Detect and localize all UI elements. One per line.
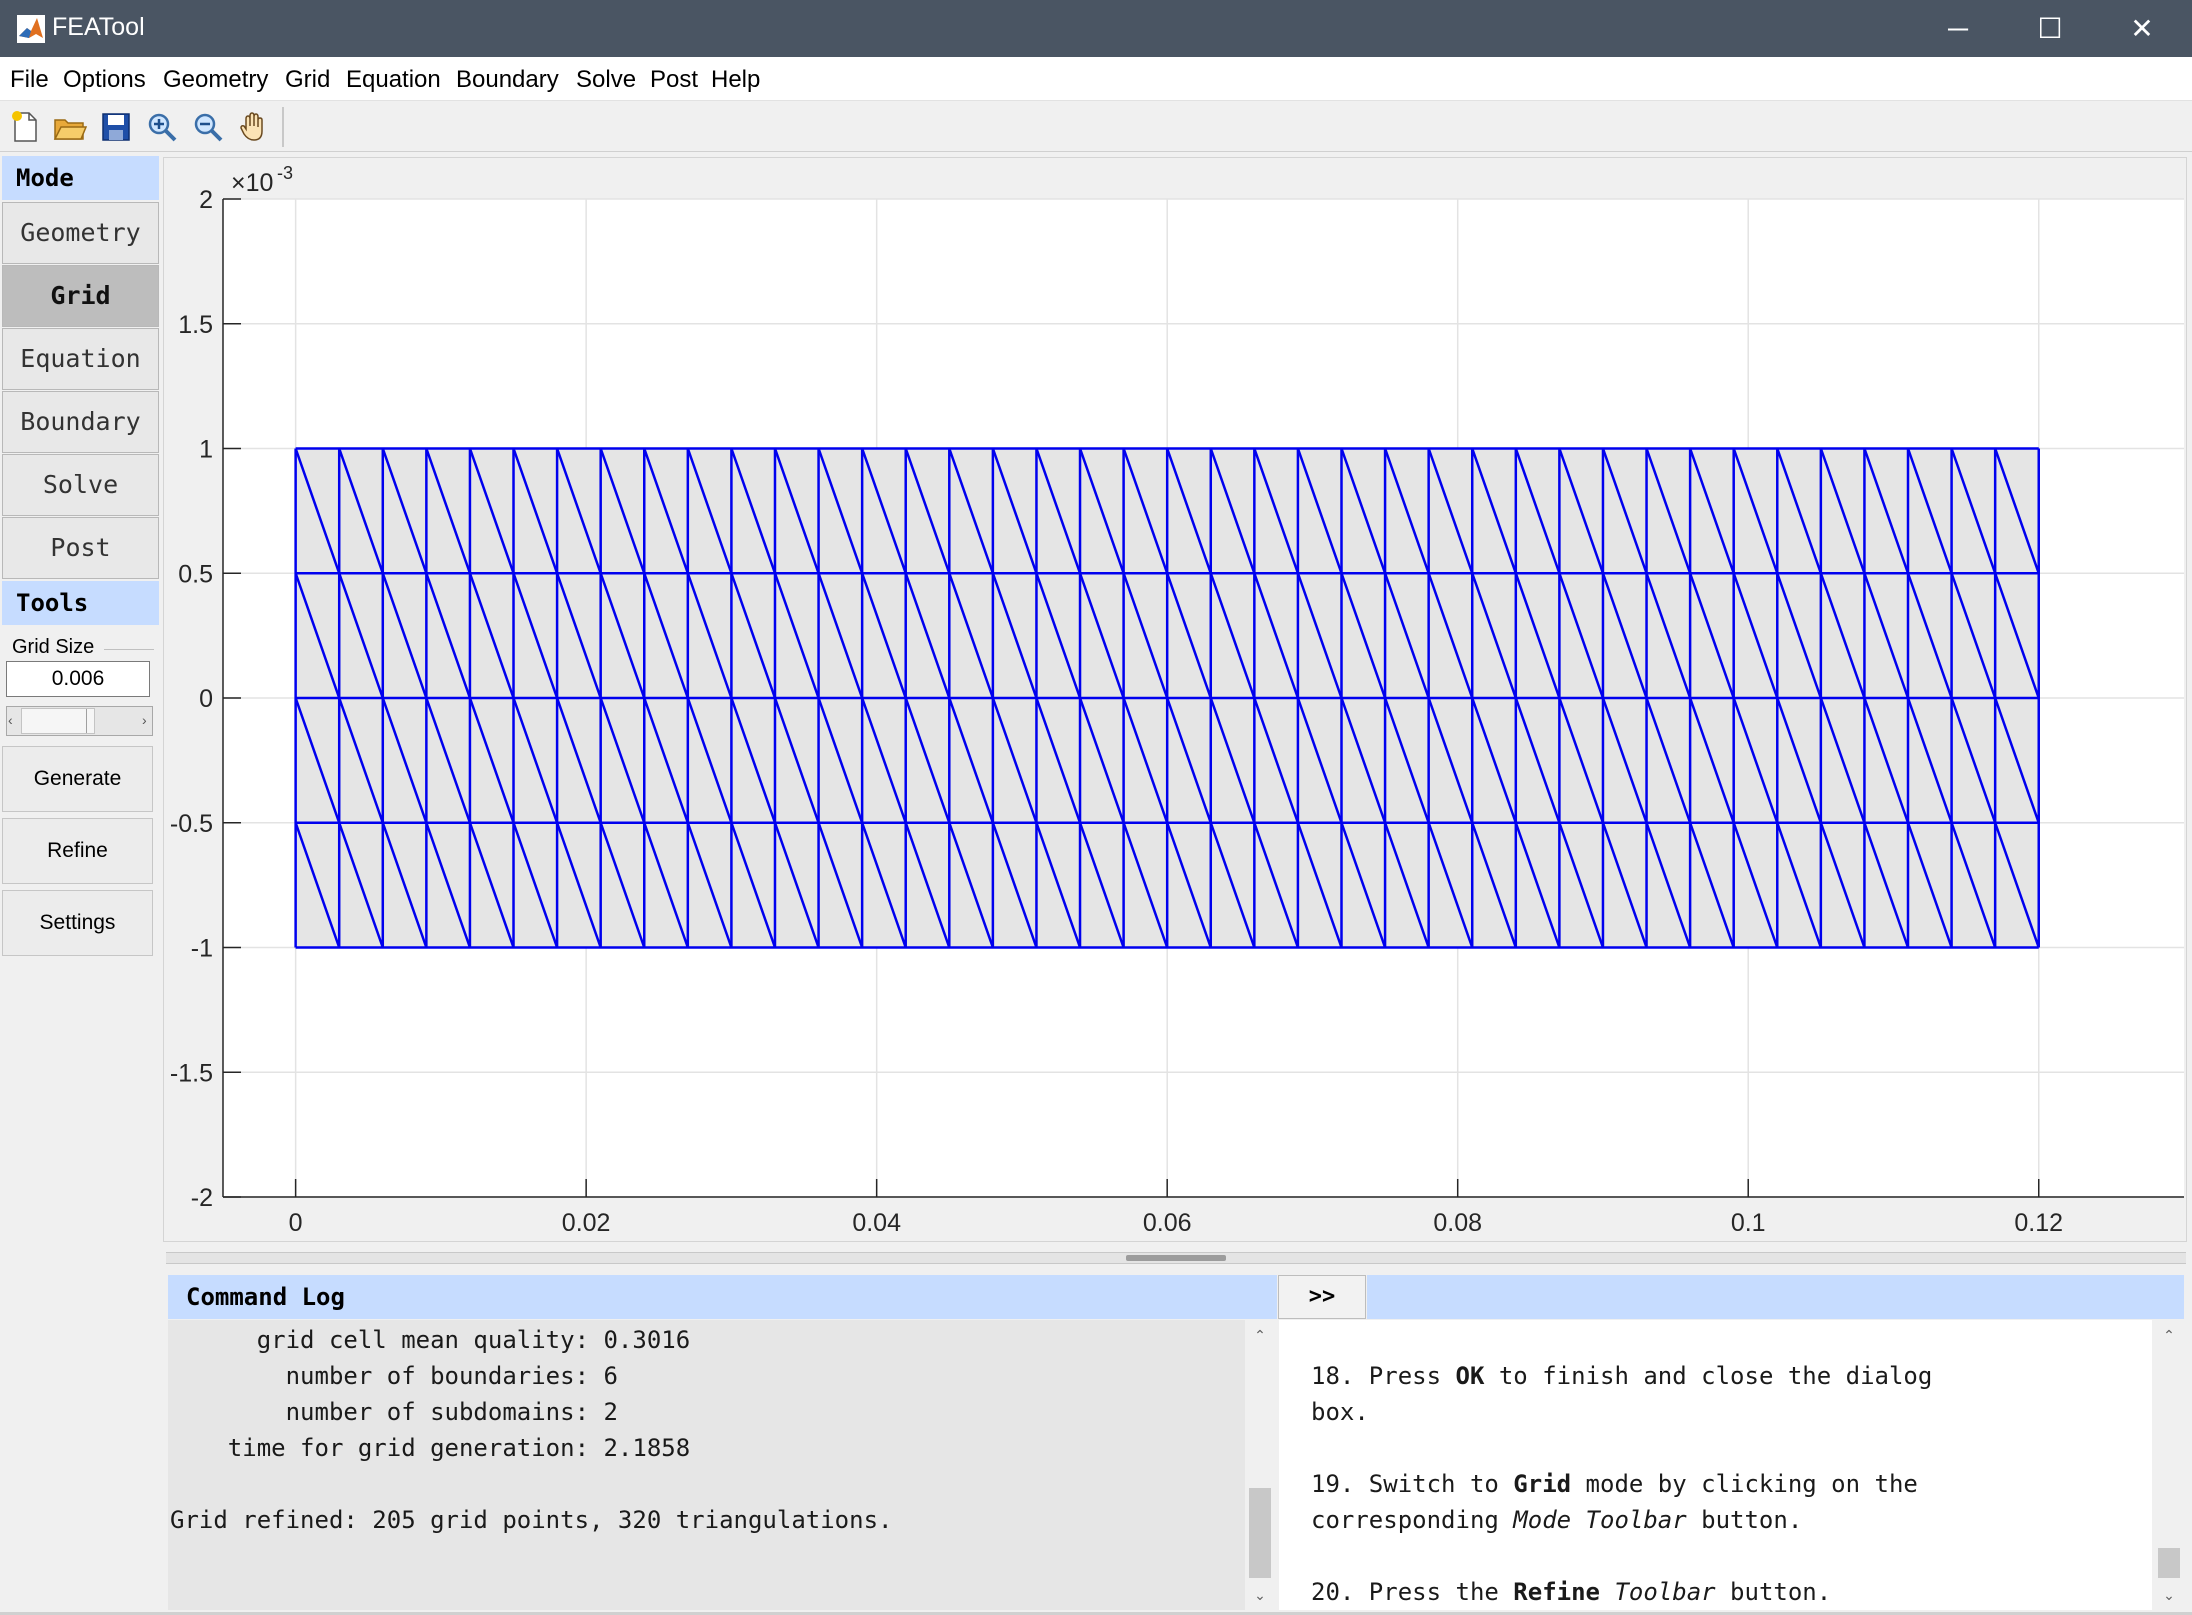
slider-left-arrow[interactable]: ‹: [8, 707, 13, 733]
menu-file[interactable]: File: [1, 57, 58, 100]
splitter-grip[interactable]: [1126, 1255, 1226, 1261]
log-scroll-up-arrow[interactable]: ⌃: [1245, 1320, 1275, 1350]
mode-equation-button[interactable]: Equation: [2, 328, 159, 390]
save-icon[interactable]: [96, 107, 136, 147]
tutorial-scroll-up-arrow[interactable]: ⌃: [2154, 1320, 2184, 1350]
menu-equation[interactable]: Equation: [337, 57, 450, 100]
x-tick-label: 0.04: [852, 1209, 901, 1237]
command-log-header: Command Log: [168, 1275, 1277, 1319]
y-tick-label: 0: [199, 685, 213, 713]
tutorial-step-18-cont: box.: [1311, 1398, 1369, 1426]
menu-bar: File Options Geometry Grid Equation Boun…: [0, 57, 2192, 101]
y-tick-label: -1.5: [170, 1059, 213, 1087]
log-line: grid cell mean quality: 0.3016: [170, 1326, 691, 1354]
generate-button[interactable]: Generate: [2, 746, 153, 812]
new-file-icon[interactable]: [5, 107, 45, 147]
y-tick-label: -0.5: [170, 810, 213, 838]
slider-tick: [86, 709, 87, 733]
tools-header: Tools: [2, 581, 159, 625]
toolbar-separator: [282, 107, 284, 147]
matlab-app-icon: [16, 14, 46, 44]
mode-boundary-button[interactable]: Boundary: [2, 391, 159, 453]
zoom-out-icon[interactable]: [188, 107, 228, 147]
y-tick-label: 2: [199, 186, 213, 214]
tutorial-step-19: 19. Switch to Grid mode by clicking on t…: [1311, 1470, 1918, 1498]
menu-solve[interactable]: Solve: [567, 57, 645, 100]
y-exponent-power: -3: [277, 163, 293, 183]
tutorial-scroll-down-arrow[interactable]: ⌄: [2154, 1580, 2184, 1610]
x-tick-label: 0: [289, 1209, 303, 1237]
command-log-text[interactable]: grid cell mean quality: 0.3016 number of…: [168, 1320, 1245, 1610]
tutorial-step-19-cont: corresponding Mode Toolbar button.: [1311, 1506, 1803, 1534]
menu-boundary[interactable]: Boundary: [447, 57, 568, 100]
y-tick-label: -2: [191, 1184, 213, 1212]
x-tick-label: 0.02: [562, 1209, 611, 1237]
mode-geometry-button[interactable]: Geometry: [2, 202, 159, 264]
grid-size-label: Grid Size: [12, 636, 95, 658]
minimize-button[interactable]: ─: [1912, 0, 2004, 57]
title-bar: FEATool ─ ☐ ✕: [0, 0, 2192, 57]
grid-size-input[interactable]: 0.006: [6, 661, 150, 697]
zoom-in-icon[interactable]: [142, 107, 182, 147]
slider-thumb[interactable]: [21, 708, 95, 734]
tutorial-step-18: 18. Press OK to finish and close the dia…: [1311, 1362, 1933, 1390]
y-tick-label: 1: [199, 436, 213, 464]
log-scrollbar[interactable]: ⌃ ⌄: [1245, 1320, 1275, 1610]
tutorial-text[interactable]: 18. Press OK to finish and close the dia…: [1279, 1320, 2152, 1610]
mode-grid-button[interactable]: Grid: [2, 265, 159, 327]
maximize-button[interactable]: ☐: [2004, 0, 2096, 57]
log-line: number of subdomains: 2: [170, 1398, 618, 1426]
log-line: number of boundaries: 6: [170, 1362, 618, 1390]
pan-hand-icon[interactable]: [234, 107, 274, 147]
log-scroll-down-arrow[interactable]: ⌄: [1245, 1580, 1275, 1610]
grid-size-frame-line: [104, 649, 154, 650]
mode-header: Mode: [2, 156, 159, 200]
menu-geometry[interactable]: Geometry: [154, 57, 277, 100]
x-tick-label: 0.06: [1143, 1209, 1192, 1237]
menu-help[interactable]: Help: [702, 57, 769, 100]
slider-right-arrow[interactable]: ›: [142, 707, 147, 733]
y-tick-label: 0.5: [178, 560, 213, 588]
y-exponent-label: ×10: [231, 169, 273, 197]
tutorial-header: [1367, 1275, 2184, 1319]
toolbar: [0, 101, 2192, 152]
menu-grid[interactable]: Grid: [276, 57, 339, 100]
expand-button[interactable]: >>: [1278, 1275, 1366, 1319]
y-tick-label: 1.5: [178, 311, 213, 339]
menu-post[interactable]: Post: [641, 57, 707, 100]
open-folder-icon[interactable]: [50, 107, 90, 147]
refine-button[interactable]: Refine: [2, 818, 153, 884]
mode-post-button[interactable]: Post: [2, 517, 159, 579]
settings-button[interactable]: Settings: [2, 890, 153, 956]
x-tick-label: 0.08: [1433, 1209, 1482, 1237]
grid-size-slider[interactable]: ‹ ›: [6, 706, 153, 736]
mesh-plot[interactable]: 0 0.02 0.04 0.06 0.08 0.1 0.12 2 1.5 1 0.5 0 -0.5 -1 -…: [163, 157, 2187, 1242]
y-tick-label: -1: [191, 935, 213, 963]
tutorial-scrollbar[interactable]: ⌃ ⌄: [2154, 1320, 2184, 1610]
log-line: time for grid generation: 2.1858: [170, 1434, 691, 1462]
close-button[interactable]: ✕: [2096, 0, 2188, 57]
log-line: Grid refined: 205 grid points, 320 trian…: [170, 1506, 893, 1534]
tutorial-step-20: 20. Press the Refine Toolbar button.: [1311, 1578, 1832, 1606]
log-scroll-thumb[interactable]: [1249, 1488, 1271, 1578]
menu-options[interactable]: Options: [54, 57, 155, 100]
window-title: FEATool: [52, 13, 145, 41]
tutorial-scroll-thumb[interactable]: [2158, 1548, 2180, 1578]
x-tick-label: 0.1: [1731, 1209, 1766, 1237]
x-tick-label: 0.12: [2014, 1209, 2063, 1237]
mode-solve-button[interactable]: Solve: [2, 454, 159, 516]
